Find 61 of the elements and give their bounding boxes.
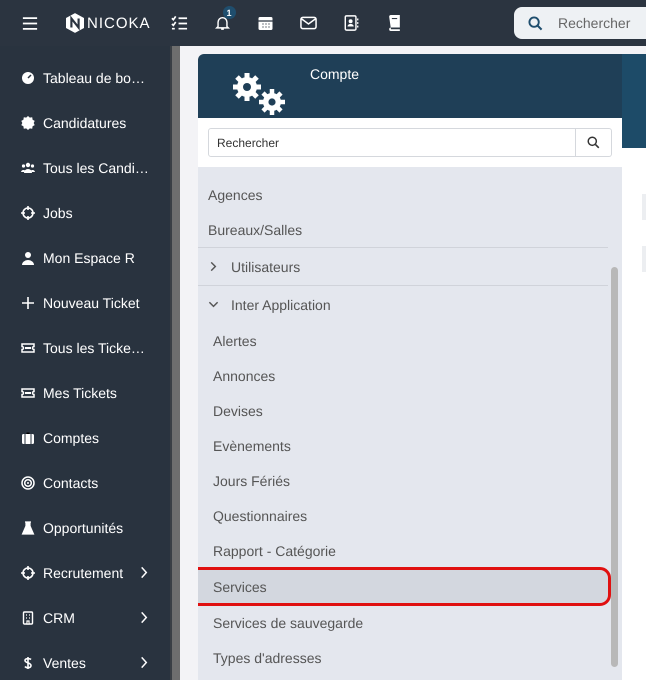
- target-icon: [21, 476, 35, 490]
- users-icon: [21, 160, 35, 174]
- user-icon: [21, 250, 35, 264]
- badge-icon: [21, 116, 35, 130]
- plus-icon: [21, 296, 35, 310]
- checklist-icon[interactable]: [170, 15, 188, 31]
- tree-item[interactable]: Services: [198, 570, 608, 603]
- crosshair-icon: [21, 206, 35, 220]
- sidebar-item[interactable]: Tableau de bo…: [0, 55, 170, 100]
- sidebar-item[interactable]: Opportunités: [0, 505, 170, 550]
- crosshair-icon: [21, 566, 35, 580]
- tree-item[interactable]: Services de sauvegarde: [198, 605, 608, 640]
- calendar-icon[interactable]: [256, 15, 274, 31]
- sidebar-item[interactable]: Tous les Ticke…: [0, 325, 170, 370]
- tree-item[interactable]: Jours Fériés: [198, 463, 608, 498]
- chevron-icon: [208, 299, 219, 310]
- contact-card-icon[interactable]: [342, 15, 360, 31]
- search-button[interactable]: [576, 128, 612, 157]
- sidebar-item[interactable]: Tous les Candi…: [0, 145, 170, 190]
- building-icon: [21, 610, 35, 624]
- bell-icon[interactable]: [214, 15, 231, 31]
- flask-icon: [21, 520, 35, 534]
- sidebar-item[interactable]: Contacts: [0, 460, 170, 505]
- search-field[interactable]: Rechercher: [208, 128, 576, 157]
- sidebar-item[interactable]: Recrutement: [0, 550, 170, 595]
- mail-icon[interactable]: [300, 15, 317, 31]
- gauge-icon: [21, 70, 35, 84]
- sidebar-item[interactable]: Mes Tickets: [0, 370, 170, 415]
- sidebar-item[interactable]: Ventes: [0, 640, 170, 680]
- tree-item[interactable]: Questionnaires: [198, 498, 608, 533]
- scrollbar[interactable]: [611, 267, 618, 667]
- search-icon: [528, 16, 543, 31]
- sidebar-item[interactable]: Jobs: [0, 190, 170, 235]
- sidebar-item[interactable]: CRM: [0, 595, 170, 640]
- tree-node[interactable]: Inter Application: [198, 285, 608, 323]
- tree-item[interactable]: Evènements: [198, 428, 608, 463]
- tree-item[interactable]: Alertes: [198, 323, 608, 358]
- logo-text: NICOKA: [87, 14, 151, 32]
- scrollbar[interactable]: [170, 46, 180, 680]
- sidebar-item[interactable]: Mon Espace R: [0, 235, 170, 280]
- tree-item[interactable]: Types d'adresses: [198, 640, 608, 675]
- sidebar-item[interactable]: Nouveau Ticket: [0, 280, 170, 325]
- tree-item[interactable]: Devises: [198, 393, 608, 428]
- ticket-icon: [21, 386, 35, 400]
- dollar-icon: [21, 656, 35, 670]
- tree-item[interactable]: Rapport - Catégorie: [198, 533, 608, 568]
- search-field[interactable]: Rechercher: [514, 7, 646, 39]
- sidebar-item[interactable]: Candidatures: [0, 100, 170, 145]
- logo-icon: [66, 13, 84, 33]
- tree-item[interactable]: Bureaux/Salles: [198, 212, 608, 247]
- sidebar-item[interactable]: Comptes: [0, 415, 170, 460]
- tree-item[interactable]: Annonces: [198, 358, 608, 393]
- menu-icon[interactable]: [22, 16, 38, 30]
- ticket-icon: [21, 340, 35, 354]
- tree-item[interactable]: Agences: [198, 177, 608, 212]
- tree-node[interactable]: Utilisateurs: [198, 247, 608, 285]
- chevron-icon: [208, 261, 219, 272]
- notification-badge: 1: [222, 6, 236, 19]
- briefcase-icon: [21, 430, 35, 444]
- search-icon: [587, 136, 600, 149]
- panel-title: Compte: [310, 66, 360, 82]
